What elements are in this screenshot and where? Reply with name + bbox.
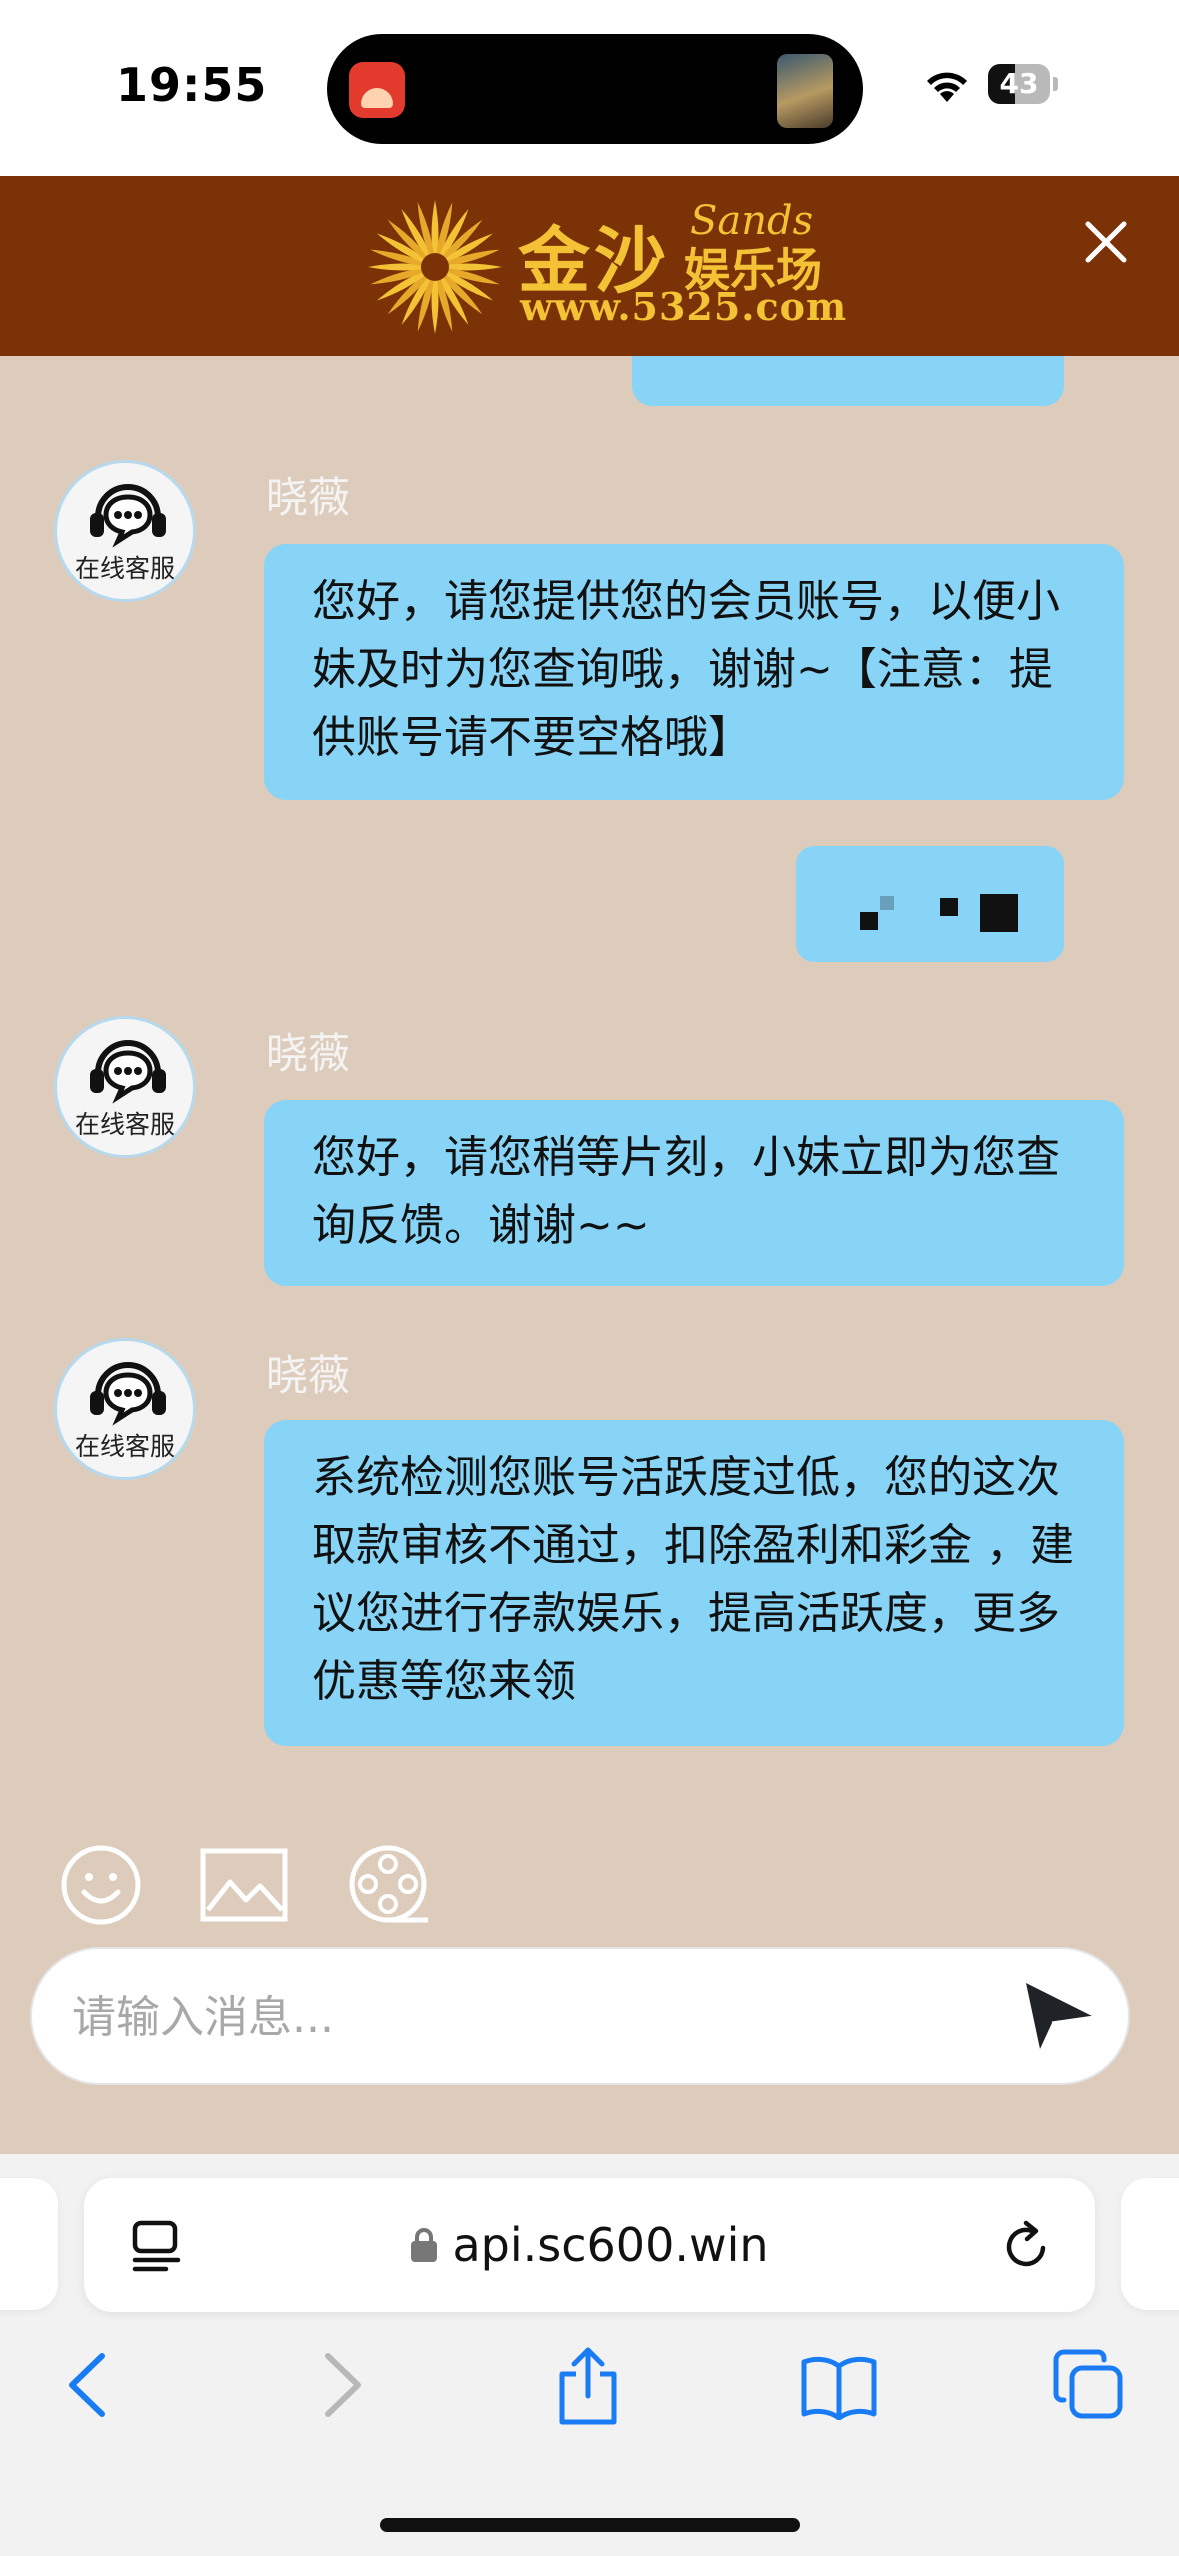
headset-icon (90, 1040, 166, 1104)
message-text: 您好，请您稍等片刻，小妹立即为您查询反馈。谢谢~~ (312, 1132, 1060, 1251)
redaction-mark (860, 912, 878, 930)
agent-message: 您好，请您稍等片刻，小妹立即为您查询反馈。谢谢~~ (264, 1100, 1124, 1286)
message-input-container[interactable] (30, 1947, 1130, 2085)
redaction-mark (980, 894, 1018, 932)
message-text: 您好，请您提供您的会员账号，以便小妹及时为您查询哦，谢谢~【注意：提供账号请不要… (312, 576, 1060, 763)
forward-icon[interactable] (318, 2350, 368, 2420)
dynamic-island[interactable] (327, 34, 863, 144)
url-text: api.sc600.win (452, 2218, 769, 2272)
battery-icon: 43 (988, 64, 1058, 106)
headset-icon (90, 484, 166, 548)
agent-avatar[interactable]: 在线客服 (54, 1338, 196, 1480)
avatar-label: 在线客服 (74, 1110, 175, 1139)
agent-message: 系统检测您账号活跃度过低，您的这次取款审核不通过，扣除盈利和彩金 ，建议您进行存… (264, 1420, 1124, 1746)
brand-header: 金沙 Sands 娱乐场 www.5325.com (0, 176, 1179, 356)
status-time: 19:55 (116, 58, 268, 112)
avatar-label: 在线客服 (74, 554, 175, 583)
share-icon[interactable] (556, 2346, 620, 2426)
close-icon[interactable] (1076, 212, 1136, 272)
tabs-icon[interactable] (1052, 2348, 1124, 2420)
address-bar[interactable]: api.sc600.win (84, 2178, 1095, 2312)
emoji-icon[interactable] (60, 1844, 142, 1926)
redaction-mark (880, 896, 894, 910)
send-icon[interactable] (1018, 1975, 1098, 2055)
back-icon[interactable] (62, 2350, 112, 2420)
redaction-mark (940, 898, 958, 916)
browser-bar: api.sc600.win (0, 2154, 1179, 2556)
logo-sun-icon (368, 200, 502, 334)
home-indicator[interactable] (380, 2518, 800, 2532)
wifi-icon (927, 72, 967, 102)
battery-percent: 43 (999, 67, 1039, 100)
previous-tab-edge[interactable] (0, 2178, 58, 2310)
logo-url: www.5325.com (520, 284, 848, 329)
agent-avatar[interactable]: 在线客服 (54, 1016, 196, 1158)
agent-message: 您好，请您提供您的会员账号，以便小妹及时为您查询哦，谢谢~【注意：提供账号请不要… (264, 544, 1124, 800)
video-thumbnail[interactable] (777, 54, 833, 128)
message-text: 系统检测您账号活跃度过低，您的这次取款审核不通过，扣除盈利和彩金 ，建议您进行存… (312, 1452, 1074, 1707)
agent-name: 晓薇 (266, 473, 351, 522)
app-icon[interactable] (349, 62, 405, 118)
bookmarks-icon[interactable] (800, 2354, 878, 2420)
avatar-label: 在线客服 (74, 1432, 175, 1461)
headset-icon (90, 1362, 166, 1426)
message-input[interactable] (70, 1949, 994, 2085)
status-bar: 19:55 43 (0, 0, 1179, 176)
next-tab-edge[interactable] (1121, 2178, 1179, 2310)
agent-name: 晓薇 (266, 1029, 351, 1078)
film-reel-icon[interactable] (348, 1844, 432, 1928)
image-icon[interactable] (200, 1848, 288, 1922)
lock-icon (411, 2228, 438, 2262)
previous-user-bubble (632, 356, 1064, 406)
chat-area[interactable]: 在线客服 晓薇 您好，请您提供您的会员账号，以便小妹及时为您查询哦，谢谢~【注意… (0, 356, 1179, 2154)
agent-name: 晓薇 (266, 1351, 351, 1400)
agent-avatar[interactable]: 在线客服 (54, 460, 196, 602)
user-message (796, 846, 1064, 962)
reload-icon[interactable] (1002, 2220, 1052, 2272)
